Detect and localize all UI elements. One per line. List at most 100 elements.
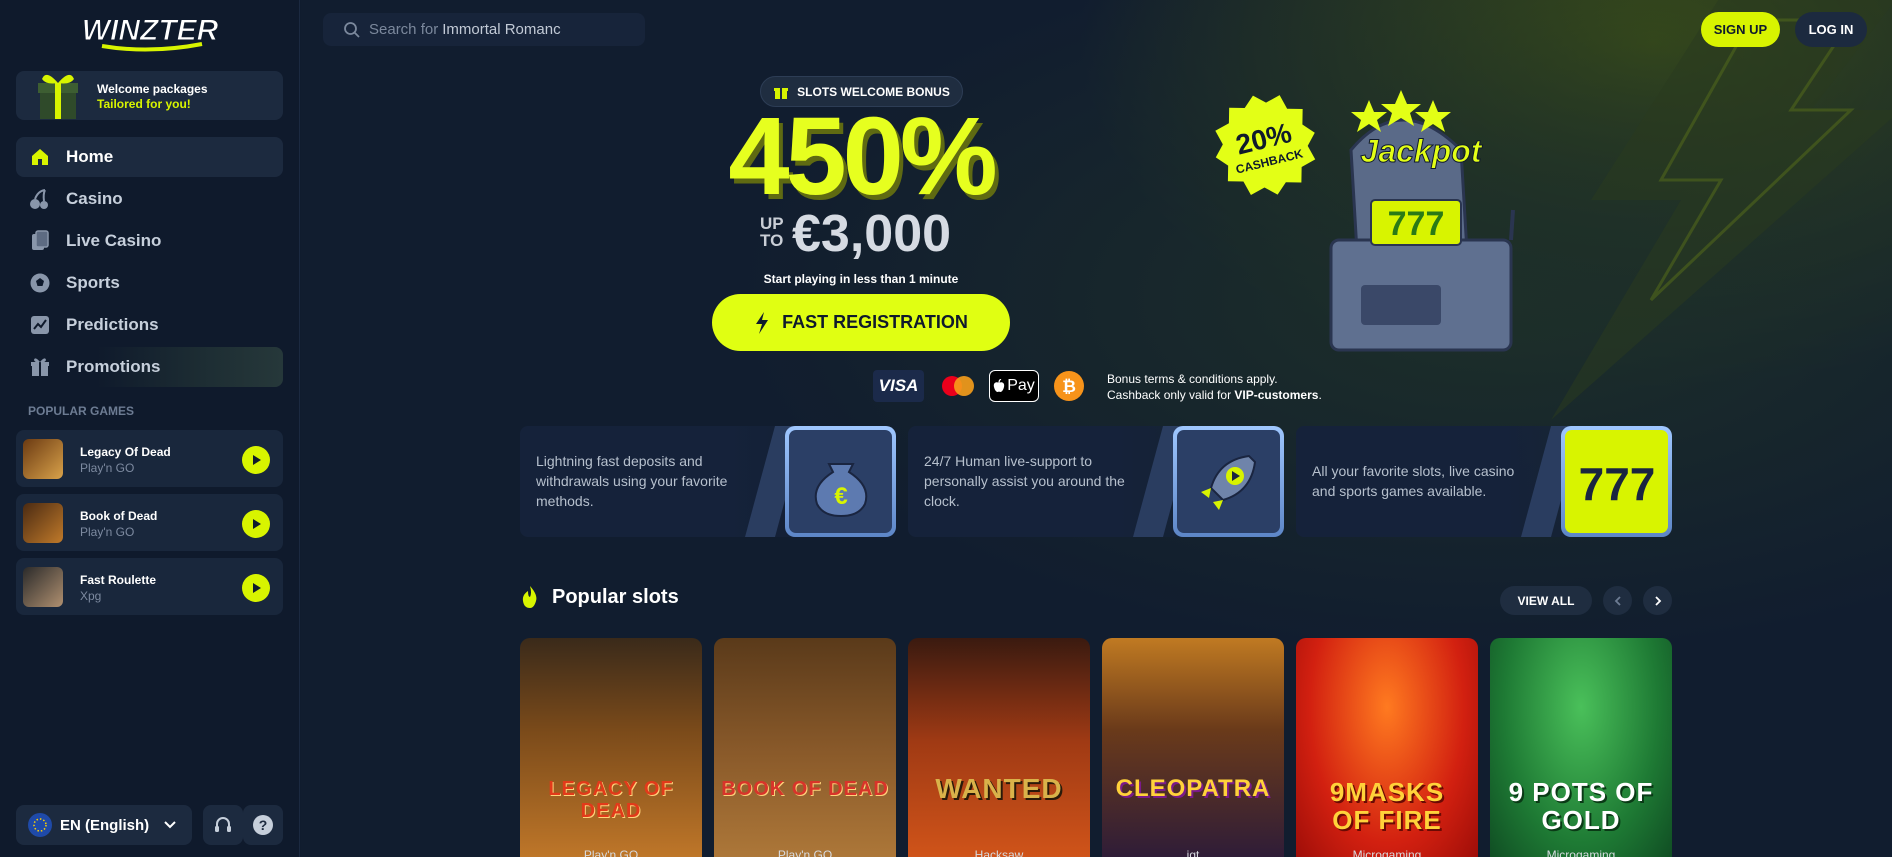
- game-provider: Microgaming: [1352, 848, 1422, 857]
- search-bar[interactable]: Search for Immortal Romanc: [323, 13, 645, 46]
- chevron-right-icon: [1654, 595, 1661, 606]
- game-provider: Hacksaw: [974, 848, 1024, 857]
- carousel-prev-button[interactable]: [1603, 586, 1632, 615]
- game-tile-9-pots-of-gold[interactable]: 9 POTS OF GOLD Microgaming: [1490, 638, 1672, 857]
- chevron-down-icon: [162, 816, 178, 837]
- help-button[interactable]: ?: [243, 805, 283, 845]
- terms-line-2: Cashback only valid for VIP-customers.: [1107, 388, 1322, 402]
- game-tile-legacy-of-dead[interactable]: LEGACY OF DEAD Play'n GO: [520, 638, 702, 857]
- search-value[interactable]: Immortal Romanc: [442, 21, 560, 38]
- cards-icon: [28, 229, 52, 253]
- svg-text:?: ?: [259, 817, 268, 833]
- trend-chart-icon: [28, 313, 52, 337]
- nav-casino[interactable]: Casino: [16, 179, 283, 219]
- view-all-button[interactable]: VIEW ALL: [1500, 586, 1592, 615]
- popular-slots-header: Popular slots: [520, 585, 679, 609]
- lightning-icon: [754, 311, 770, 334]
- apple-pay-label: Pay: [1007, 377, 1035, 394]
- log-in-button[interactable]: LOG IN: [1795, 12, 1867, 47]
- cherries-icon: [28, 187, 52, 211]
- popular-game-card[interactable]: Book of Dead Play'n GO: [16, 494, 283, 551]
- bonus-amount: €3,000: [792, 205, 952, 263]
- game-tile-9-masks-of-fire[interactable]: 9MASKS OF FIRE Microgaming: [1296, 638, 1478, 857]
- nav-label: Home: [66, 147, 114, 166]
- popular-game-card[interactable]: Legacy Of Dead Play'n GO: [16, 430, 283, 487]
- game-thumbnail: [23, 439, 63, 479]
- nav-home[interactable]: Home: [16, 137, 283, 177]
- nav-label: Sports: [66, 273, 120, 292]
- home-icon: [28, 145, 52, 169]
- seven-seven-seven-icon: 777: [1561, 426, 1672, 537]
- game-provider: Microgaming: [1546, 848, 1616, 857]
- feature-text: All your favorite slots, live casino and…: [1312, 463, 1515, 499]
- nav-live-casino[interactable]: Live Casino: [16, 221, 283, 261]
- game-title: 9MASKS OF FIRE: [1329, 777, 1445, 835]
- logo-text: WINZTER: [82, 14, 218, 47]
- nav-sports[interactable]: Sports: [16, 263, 283, 303]
- game-provider: Play'n GO: [777, 848, 833, 857]
- game-title: CLEOPATRA: [1115, 775, 1271, 802]
- nav-label: Predictions: [66, 315, 159, 334]
- sign-up-button[interactable]: SIGN UP: [1701, 12, 1780, 47]
- welcome-packages-banner[interactable]: Welcome packages Tailored for you!: [16, 71, 283, 120]
- game-provider: Xpg: [80, 589, 102, 603]
- fast-registration-button[interactable]: FAST REGISTRATION: [712, 294, 1010, 351]
- svg-text:777: 777: [1578, 458, 1655, 510]
- to-label: TO: [760, 231, 784, 250]
- play-button[interactable]: [242, 510, 270, 538]
- question-icon: ?: [253, 815, 273, 835]
- terms-line-1: Bonus terms & conditions apply.: [1107, 372, 1278, 386]
- play-icon: [253, 519, 261, 529]
- play-icon: [253, 455, 261, 465]
- gift-box-icon: [38, 74, 78, 119]
- bitcoin-logo: ₿: [1053, 370, 1085, 402]
- welcome-subtitle: Tailored for you!: [97, 97, 191, 111]
- game-title: 9 POTS OF GOLD: [1508, 777, 1654, 835]
- game-artwork: [908, 638, 1090, 857]
- carousel-next-button[interactable]: [1643, 586, 1672, 615]
- eu-flag-icon: [28, 813, 52, 837]
- game-name: Legacy Of Dead: [80, 445, 171, 459]
- bonus-terms: Bonus terms & conditions apply. Cashback…: [1107, 371, 1322, 403]
- game-artwork: [520, 638, 702, 857]
- gift-icon: [28, 355, 52, 379]
- rocket-play-icon: [1173, 426, 1284, 537]
- game-artwork: [1102, 638, 1284, 857]
- game-provider: Play'n GO: [80, 525, 135, 539]
- winzter-logo[interactable]: WINZTER: [82, 10, 218, 54]
- apple-pay-logo: Pay: [989, 370, 1039, 402]
- nav-label: Promotions: [66, 357, 161, 376]
- visa-logo: VISA: [873, 370, 924, 402]
- game-title: LEGACY OF DEAD: [548, 778, 674, 822]
- search-placeholder: Search for: [369, 21, 439, 38]
- feature-card-games: All your favorite slots, live casino and…: [1296, 426, 1672, 537]
- play-icon: [253, 583, 261, 593]
- language-label: EN (English): [60, 816, 150, 834]
- game-tile-cleopatra[interactable]: CLEOPATRA igt: [1102, 638, 1284, 857]
- play-button[interactable]: [242, 446, 270, 474]
- feature-card-payments: Lightning fast deposits and withdrawals …: [520, 426, 896, 537]
- game-provider: Play'n GO: [583, 848, 639, 857]
- up-to-label: UP TO: [760, 215, 784, 249]
- support-button[interactable]: [203, 805, 243, 845]
- nav-promotions[interactable]: Promotions: [16, 347, 283, 387]
- sidebar: WINZTER Welcome packages Tailored for yo…: [0, 0, 300, 857]
- nav-predictions[interactable]: Predictions: [16, 305, 283, 345]
- popular-game-card[interactable]: Fast Roulette Xpg: [16, 558, 283, 615]
- game-artwork: [714, 638, 896, 857]
- svg-text:€: €: [834, 483, 847, 510]
- game-tile-book-of-dead[interactable]: BOOK OF DEAD Play'n GO: [714, 638, 896, 857]
- flame-icon: [522, 586, 537, 608]
- language-selector[interactable]: EN (English): [16, 805, 192, 845]
- game-name: Fast Roulette: [80, 573, 157, 587]
- game-provider: Play'n GO: [80, 461, 135, 475]
- welcome-title: Welcome packages: [97, 82, 208, 96]
- play-button[interactable]: [242, 574, 270, 602]
- search-icon: [343, 21, 361, 39]
- nav-label: Live Casino: [66, 231, 162, 250]
- mastercard-logo: [938, 370, 978, 402]
- nav-label: Casino: [66, 189, 123, 208]
- headset-icon: [215, 817, 231, 832]
- game-title: WANTED: [935, 773, 1063, 804]
- game-tile-wanted[interactable]: WANTED Hacksaw: [908, 638, 1090, 857]
